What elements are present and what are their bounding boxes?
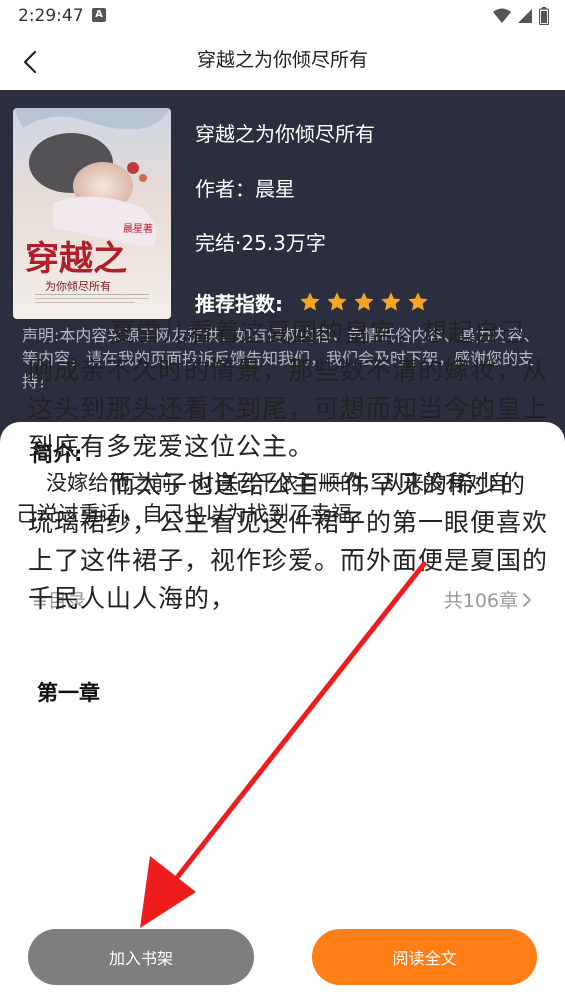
status-time: 2:29:47 [18, 6, 84, 26]
rating-stars [299, 291, 429, 313]
star-icon [408, 292, 428, 311]
battery-icon [539, 7, 549, 25]
book-name: 穿越之为你倾尽所有 [195, 122, 375, 146]
notification-a-icon: A [92, 8, 106, 22]
signal-icon [518, 9, 532, 23]
star-icon [327, 292, 347, 311]
cover-subtitle: 为你倾尽所有 [45, 279, 111, 293]
status-bar: 2:29:47 A [0, 0, 565, 34]
star-icon [354, 292, 374, 311]
chapter-paragraph: 而太子也送给公主一件罕见的稀少的琉璃裙纱，公主看见这件裙子的第一眼便喜欢上了这件… [28, 470, 549, 613]
book-author: 作者：晨星 [195, 177, 295, 201]
star-icon [381, 292, 401, 311]
star-icon [300, 292, 320, 311]
title-bar: 穿越之为你倾尽所有 [0, 34, 565, 90]
book-meta: 穿越之为你倾尽所有 作者：晨星 完结·25.3万字 推荐指数: [195, 118, 555, 322]
cover-author-mark: 晨星著 [123, 222, 153, 235]
rating-label: 推荐指数: [195, 291, 283, 316]
status-icons [493, 6, 549, 26]
chapter-paragraph: 夏雪儿看着这夏国的皇宫，想起自己刚成亲不久时的情景，那些数不清的嫁妆，从这头到那… [28, 318, 549, 461]
book-cover-image: 晨星著 穿越之 为你倾尽所有 [13, 108, 171, 319]
chapter-text: 夏雪儿看着这夏国的皇宫，想起自己刚成亲不久时的情景，那些数不清的嫁妆，从这头到那… [28, 314, 550, 618]
page-title: 穿越之为你倾尽所有 [196, 49, 368, 71]
book-status: 完结·25.3万字 [195, 231, 326, 255]
cover-title: 穿越之 [25, 239, 127, 279]
chapter-title: 第一章 [37, 681, 100, 705]
add-to-shelf-button[interactable]: 加入书架 [28, 929, 254, 985]
book-cover[interactable]: 晨星著 穿越之 为你倾尽所有 [13, 108, 171, 319]
read-all-button[interactable]: 阅读全文 [312, 929, 537, 985]
wifi-icon [493, 8, 511, 23]
